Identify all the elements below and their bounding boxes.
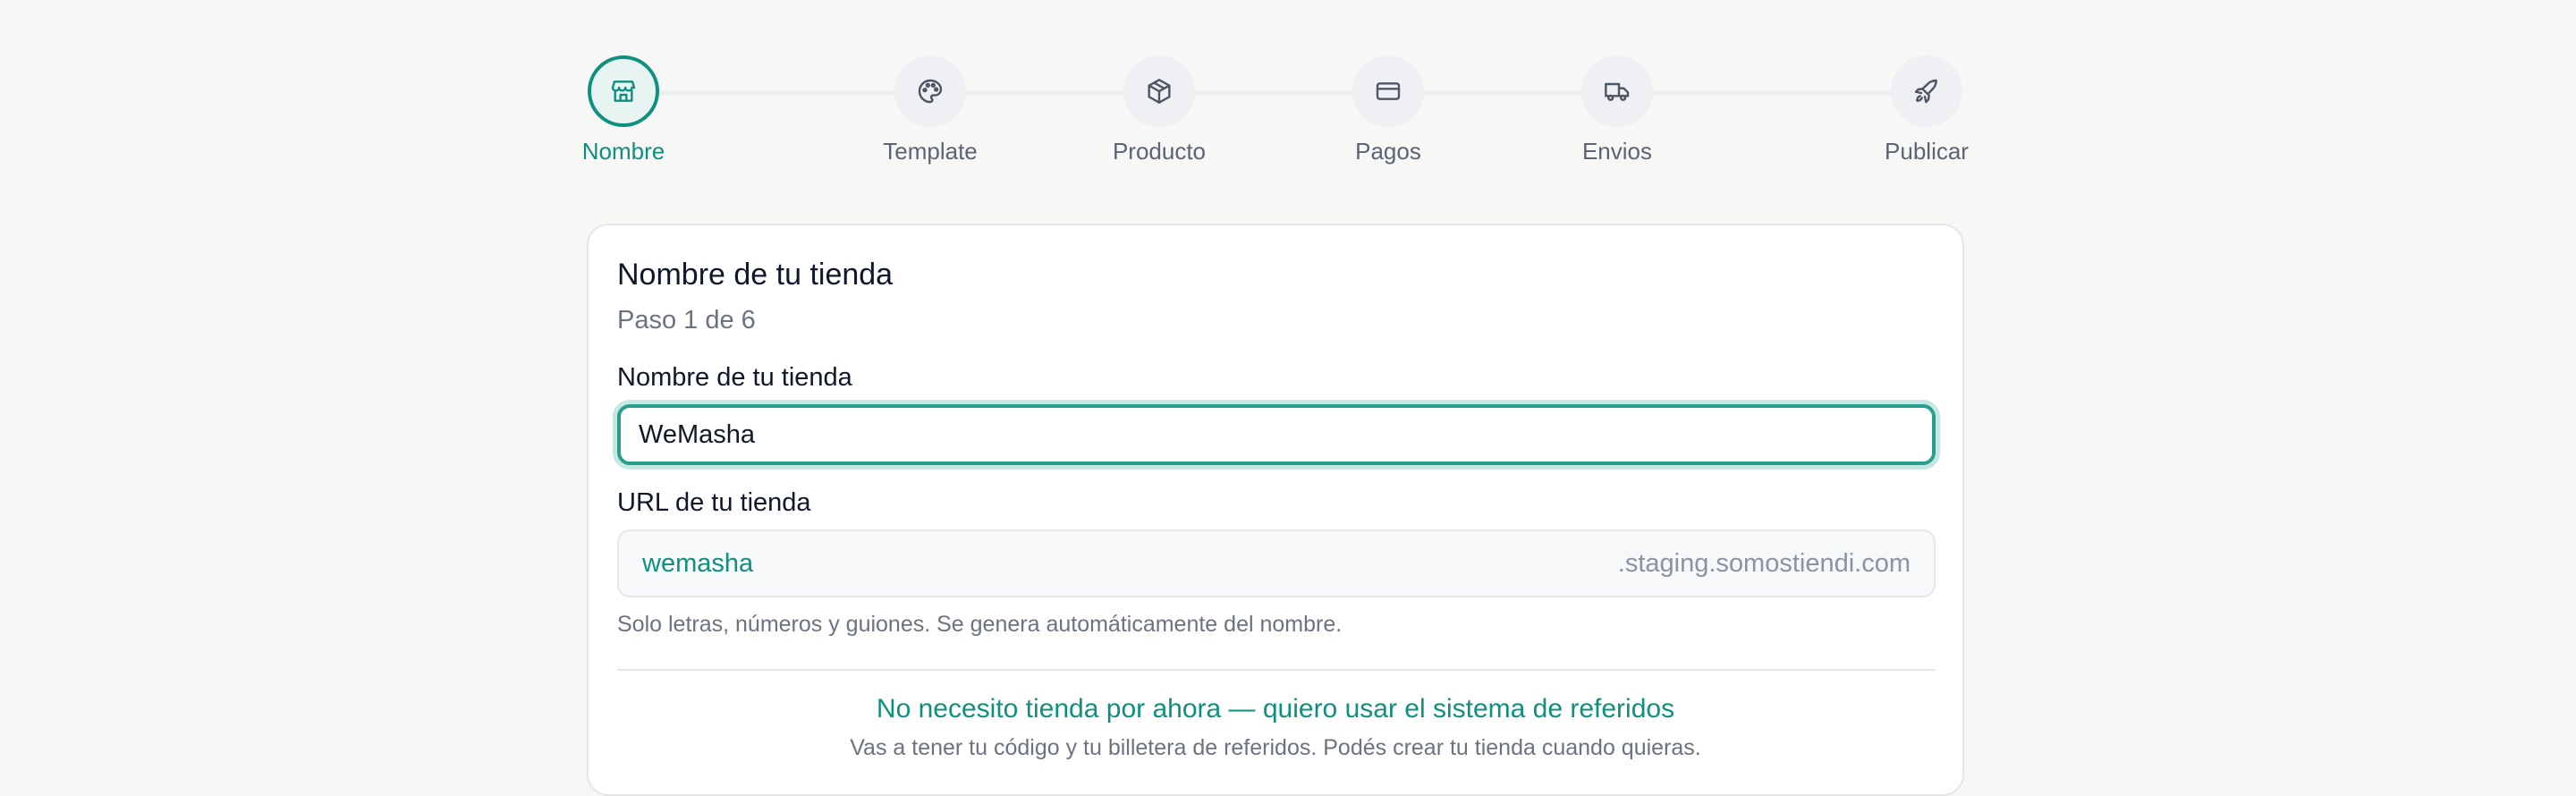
step-producto-circle[interactable]: [1123, 55, 1195, 127]
step-publicar-label: Publicar: [1885, 138, 1969, 165]
palette-icon: [918, 79, 943, 104]
store-url-field[interactable]: wemasha .staging.somostiendi.com: [617, 529, 1936, 597]
stepper-track: [623, 91, 1928, 95]
progress-stepper: Nombre Template Producto Pagos Envios Pu…: [582, 55, 1969, 172]
store-name-card: Nombre de tu tienda Paso 1 de 6 Nombre d…: [587, 224, 1964, 796]
step-producto-label: Producto: [1112, 138, 1207, 165]
step-publicar-circle[interactable]: [1891, 55, 1962, 127]
step-template-circle[interactable]: [894, 55, 966, 127]
store-name-input[interactable]: [617, 404, 1936, 465]
credit-card-icon: [1376, 82, 1401, 100]
store-name-label: Nombre de tu tienda: [617, 363, 852, 392]
store-icon: [611, 80, 636, 102]
step-envios-label: Envios: [1581, 138, 1653, 165]
step-pagos-circle[interactable]: [1352, 55, 1424, 127]
step-nombre-circle[interactable]: [588, 55, 659, 127]
package-icon: [1148, 79, 1171, 104]
store-url-suffix: .staging.somostiendi.com: [1617, 548, 1911, 578]
divider: [617, 669, 1936, 671]
store-url-slug: wemasha: [642, 548, 754, 578]
store-url-help: Solo letras, números y guiones. Se gener…: [617, 612, 1343, 637]
card-title: Nombre de tu tienda: [617, 258, 894, 292]
truck-icon: [1605, 82, 1630, 101]
step-counter: Paso 1 de 6: [617, 306, 756, 334]
store-url-label: URL de tu tienda: [617, 488, 811, 517]
rocket-icon: [1914, 79, 1937, 104]
step-pagos-label: Pagos: [1355, 138, 1421, 165]
skip-store-referral-link[interactable]: No necesito tienda por ahora — quiero us…: [589, 694, 1962, 724]
step-envios-circle[interactable]: [1581, 55, 1653, 127]
step-nombre-label: Nombre: [581, 138, 665, 165]
referral-note: Vas a tener tu código y tu billetera de …: [850, 735, 1701, 760]
step-template-label: Template: [883, 138, 978, 165]
